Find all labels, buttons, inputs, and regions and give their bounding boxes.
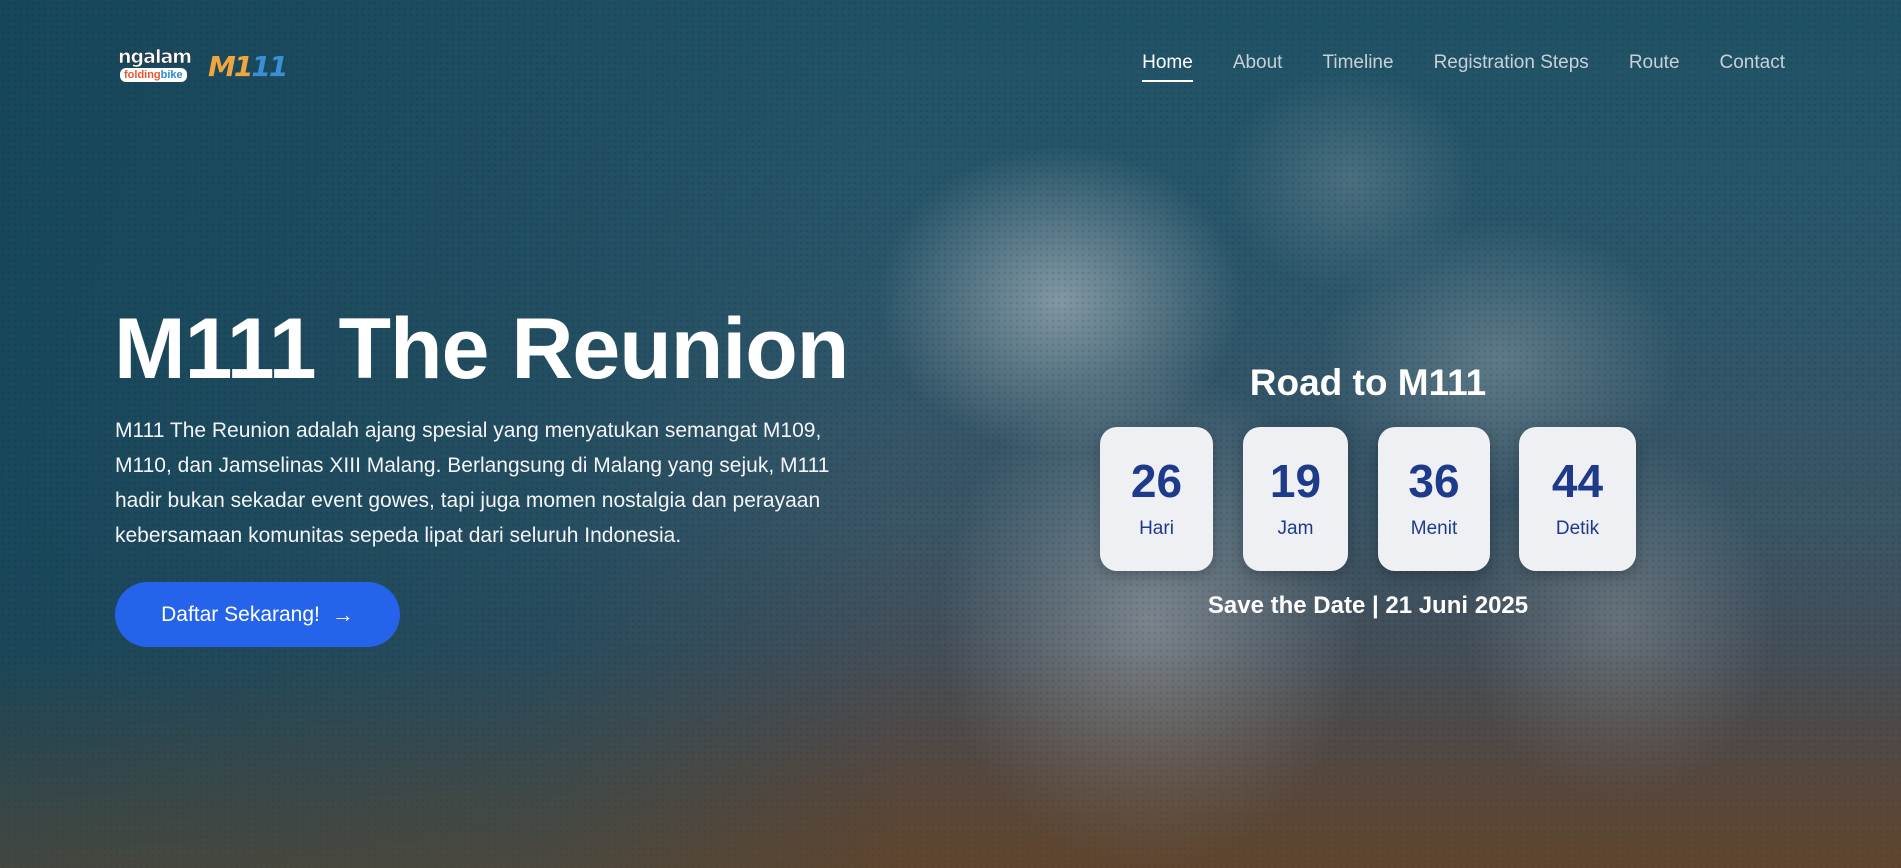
hero-section: ngalam foldingbike M111 Home About Timel… — [0, 0, 1901, 868]
register-now-label: Daftar Sekarang! — [161, 602, 320, 626]
nav-item-registration-steps[interactable]: Registration Steps — [1434, 52, 1589, 82]
nav-item-route[interactable]: Route — [1629, 52, 1680, 82]
countdown-days: 26 Hari — [1100, 427, 1213, 571]
register-now-button[interactable]: Daftar Sekarang! → — [115, 582, 400, 647]
countdown-hours: 19 Jam — [1243, 427, 1348, 571]
countdown-hours-value: 19 — [1269, 455, 1322, 507]
countdown-days-label: Hari — [1139, 518, 1174, 539]
nav-item-timeline[interactable]: Timeline — [1322, 52, 1393, 82]
countdown-heading: Road to M111 — [1249, 362, 1487, 403]
countdown-days-value: 26 — [1130, 455, 1183, 507]
countdown-seconds-label: Detik — [1555, 518, 1600, 539]
countdown-minutes-label: Menit — [1410, 518, 1458, 539]
countdown-seconds: 44 Detik — [1519, 427, 1636, 571]
arrow-right-icon: → — [331, 601, 354, 627]
logo-bottom-text: foldingbike — [120, 68, 187, 82]
nav-item-contact[interactable]: Contact — [1720, 52, 1785, 82]
main-menu: Home About Timeline Registration Steps R… — [1142, 52, 1785, 82]
hero-description: M111 The Reunion adalah ajang spesial ya… — [115, 419, 830, 547]
save-the-date: Save the Date | 21 Juni 2025 — [1207, 592, 1529, 619]
ngalam-folding-bike-logo[interactable]: ngalam foldingbike — [118, 46, 194, 86]
bottom-fade — [0, 648, 1901, 868]
nav-item-home[interactable]: Home — [1142, 52, 1193, 82]
countdown-seconds-value: 44 — [1551, 455, 1604, 507]
countdown-minutes-value: 36 — [1408, 455, 1460, 507]
hero-title: M111 The Reunion — [114, 301, 849, 397]
navbar: ngalam foldingbike M111 Home About Timel… — [0, 0, 1901, 130]
countdown-minutes: 36 Menit — [1378, 427, 1490, 571]
logo-top-text: ngalam — [118, 46, 193, 69]
countdown-hours-label: Jam — [1277, 518, 1314, 539]
m111-logo-mark: M111 — [208, 50, 288, 83]
nav-item-about[interactable]: About — [1233, 52, 1283, 82]
m111-logo[interactable]: M111 — [208, 50, 290, 83]
